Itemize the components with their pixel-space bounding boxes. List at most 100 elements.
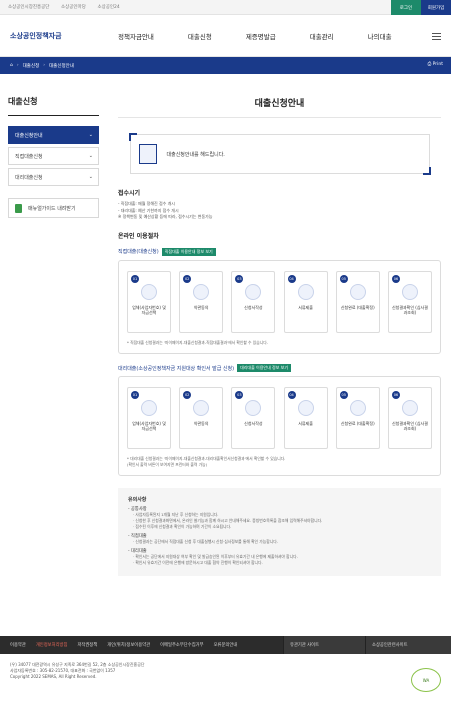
direct-info-link[interactable]: 직접대출 이용안내 정보 보기 [161,247,216,256]
reception-heading: 접수시기 [118,190,141,197]
gnb-item-certificate[interactable]: 제증명발급 [246,31,276,41]
procedure-step: 01 업체(사업자번호) 및 자금선택 [127,270,171,333]
sidebar: 대출신청 대출신청안내 ⌄ 직접대출신청 ⌄ 대리대출신청 ⌄ 매뉴얼가이드 내… [8,96,99,218]
menu-icon[interactable] [432,33,441,42]
agency-flow-title-text: 대리대출(소상공인정책자금 지원대상 확인서 발급 신청) [118,365,235,372]
step-label: 서류제출 [298,304,313,310]
step-number: 02 [183,391,192,399]
direct-steps: 01 업체(사업자번호) 및 자금선택 02 약관동의 03 신청서작성 04 서류제출 05 신… [127,270,432,333]
sbiz-sites-label: 소상공인관련사이트 [372,643,408,648]
step-number: 01 [131,391,139,399]
procedure-step: 05 신청완료 (대출확정) [335,387,380,449]
notice-box: 유의사항 - 공통사항 · 사업자등록된지 1개월 지난 후 신청하는 지원입니다… [118,488,441,576]
chevron-down-icon: ⌄ [88,174,93,180]
step-label: 약관동의 [193,304,209,310]
footer-link-error-report[interactable]: 오류문의안내 [214,642,238,648]
step-label: 업체(사업자번호) 및 자금선택 [132,421,166,431]
step-icon [401,283,418,300]
printer-icon: ⎙ [427,62,432,67]
agency-flow-note: * 대리대출 신청결과는 '마이페이지-대출신청결과-대리대출확인서신청결과'에… [127,456,286,467]
print-label: Print [432,62,443,67]
site-footer: (우) 34077 대전광역시 유성구 지족로 364번길 52, 2층 소상공… [0,654,451,725]
home-icon[interactable]: ⌂ [10,63,13,68]
step-icon [297,283,314,300]
main-content: 대출신청안내 대출신청안내를 해드립니다. 접수시기 - 직접대출: 매월 정해… [118,96,441,576]
step-number: 03 [235,274,244,283]
direct-flow-box: 01 업체(사업자번호) 및 자금선택 02 약관동의 03 신청서작성 04 서류제출 05 신… [118,259,441,354]
footer-link-location-terms[interactable]: 개인(위치)정보이용약관 [107,642,150,648]
procedure-step: 06 신청결과확인 (심사결과조회) [387,270,432,333]
web-accessibility-badge: WA [411,668,441,692]
step-label: 신청결과확인 (심사결과조회) [391,421,428,431]
sidebar-item-label: 직접대출신청 [15,153,43,160]
gnb-item-policy[interactable]: 정책자금안내 [118,31,154,41]
chevron-down-icon: ⌄ [88,153,93,159]
step-number: 03 [235,391,244,399]
step-label: 업체(사업자번호) 및 자금선택 [132,304,166,315]
step-icon [349,400,366,416]
step-number: 04 [287,274,296,283]
sidebar-item-direct[interactable]: 직접대출신청 ⌄ [8,147,99,165]
procedure-step: 02 약관동의 [179,387,224,449]
step-icon [193,400,210,416]
page-title: 대출신청안내 [118,96,441,118]
site-logo[interactable]: 소상공인정책자금 [10,31,62,41]
utility-link-sbiz[interactable]: 소상공인마당 [61,5,86,10]
footer-link-privacy[interactable]: 개인정보처리방침 [36,642,68,648]
utility-links: 소상공인시장진흥공단 소상공인마당 소상공인24 [8,4,130,10]
step-label: 약관동의 [193,421,209,426]
gnb-item-manage[interactable]: 대출관리 [310,31,334,41]
notice-line: · 확인서 유효기간 이전에 은행에 방문하시고 대출 협약 진행이 확인되셔야… [133,560,263,565]
step-icon [349,283,366,300]
sidebar-item-label: 대출신청안내 [15,132,43,139]
agency-flow-title: 대리대출(소상공인정책자금 지원대상 확인서 발급 신청) 대리대출 이용안내 … [118,364,441,372]
breadcrumb-item-apply[interactable]: 대출신청 [23,63,40,69]
related-sites-label: 유관기관 사이트 [290,643,320,648]
gnb-item-apply[interactable]: 대출신청 [188,31,212,41]
footer-copyright: Copyright 2022 SEMAS, All Right Reserved… [10,674,97,679]
sidebar-title: 대출신청 [8,96,99,116]
reception-line: ※ 정책변동 및 예산상황 등에 따라, 접수시기는 변동가능 [118,214,213,219]
utility-link-sbiz24[interactable]: 소상공인24 [97,5,119,10]
manual-download-button[interactable]: 매뉴얼가이드 내려받기 [8,198,99,218]
step-label: 신청결과확인 (심사결과조회) [391,304,428,315]
sidebar-item-agency[interactable]: 대리대출신청 ⌄ [8,168,99,186]
footer-link-copyright[interactable]: 저작권정책 [77,642,97,648]
login-button[interactable]: 로그인 [391,0,421,15]
gnb-item-mypage[interactable]: 나의대출 [368,31,392,41]
print-button[interactable]: ⎙ Print [428,61,443,67]
join-button[interactable]: 회원가입 [421,0,451,15]
online-procedure-heading: 온라인 이용절차 [118,232,159,240]
utility-link-semas[interactable]: 소상공인시장진흥공단 [8,5,49,10]
sbiz-sites-select[interactable]: 소상공인관련사이트 [365,636,451,654]
sidebar-item-guide[interactable]: 대출신청안내 ⌄ [8,126,99,144]
procedure-step: 03 신청서작성 [231,270,276,333]
direct-flow-title-text: 직접대출(대출신청) [118,249,159,255]
procedure-step: 04 서류제출 [283,270,328,333]
auth-buttons: 로그인 회원가입 [391,0,451,15]
global-nav: 정책자금안내 대출신청 제증명발급 대출관리 나의대출 [118,15,426,57]
step-icon [401,400,418,416]
chevron-down-icon: ⌄ [88,132,93,138]
step-number: 06 [391,391,400,399]
step-label: 신청완료 (대출확정) [340,304,375,310]
manual-download-label: 매뉴얼가이드 내려받기 [28,205,76,212]
step-icon [245,283,262,300]
notepad-icon [138,144,157,164]
step-number: 05 [339,391,348,399]
footer-link-email-policy[interactable]: 이메일주소무단수집거부 [160,642,203,648]
related-sites-select[interactable]: 유관기관 사이트 [283,636,365,654]
procedure-step: 03 신청서작성 [231,387,276,449]
procedure-step: 01 업체(사업자번호) 및 자금선택 [127,387,171,449]
breadcrumb-item-current: 대출신청안내 [49,63,74,69]
procedure-step: 02 약관동의 [179,270,224,333]
site-header: 소상공인정책자금 정책자금안내 대출신청 제증명발급 대출관리 나의대출 [0,15,451,57]
notice-groups: - 공통사항 · 사업자등록된지 1개월 지난 후 신청하는 지원입니다. · 신청… [128,506,431,566]
agency-info-link[interactable]: 대리대출 이용안내 정보 보기 [237,364,292,372]
procedure-step: 04 서류제출 [283,387,328,449]
step-icon [141,400,157,416]
footer-nav: 이용약관 개인정보처리방침 저작권정책 개인(위치)정보이용약관 이메일주소무단… [0,636,451,654]
footer-link-terms[interactable]: 이용약관 [10,642,26,648]
step-number: 04 [287,391,296,399]
agency-steps: 01 업체(사업자번호) 및 자금선택 02 약관동의 03 신청서작성 04 서류제출 05 신… [127,387,432,449]
